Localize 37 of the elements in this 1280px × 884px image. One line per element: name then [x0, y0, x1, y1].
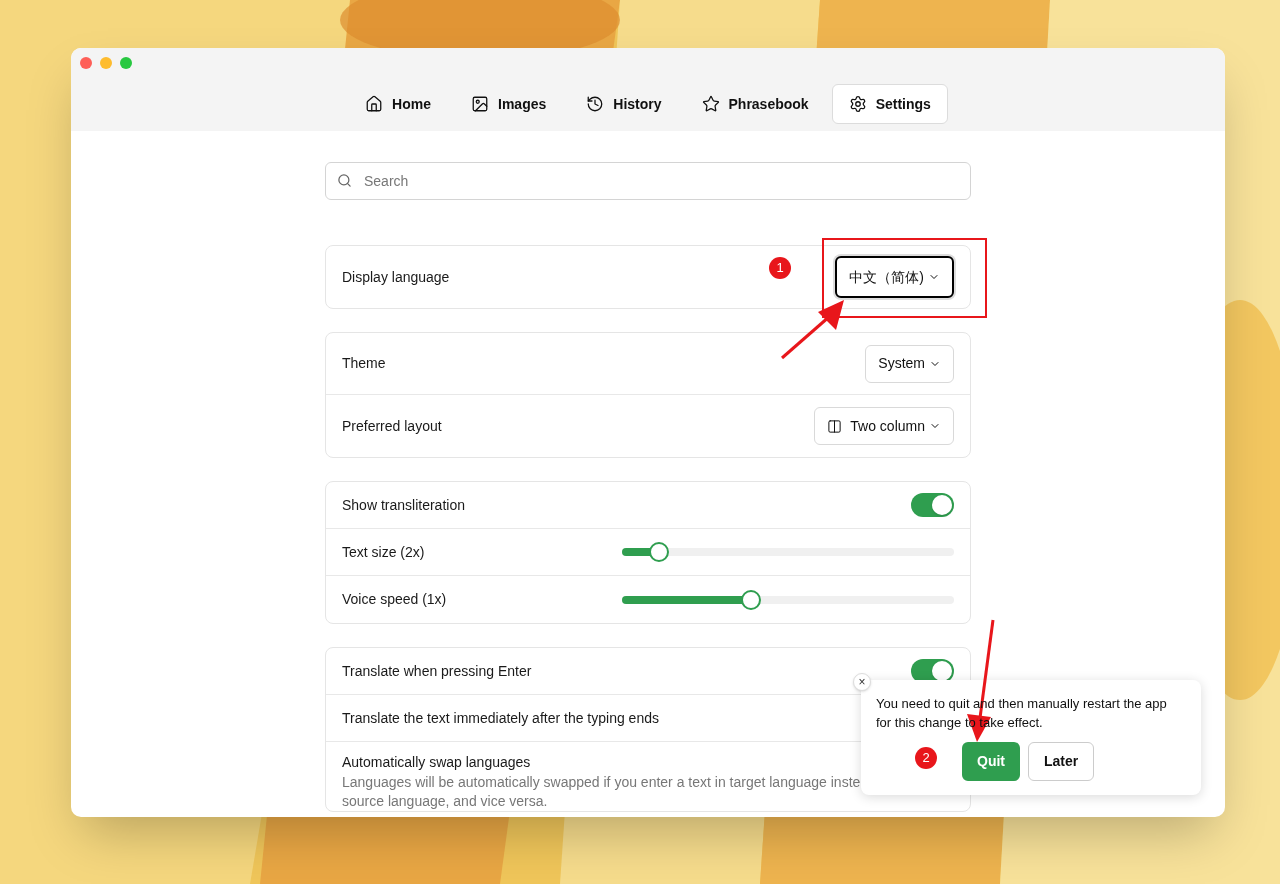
search-icon — [337, 173, 352, 188]
dropdown-button[interactable]: System — [865, 344, 954, 383]
setting-label: Voice speed (1x) — [342, 590, 447, 609]
setting-label: Text size (2x) — [342, 542, 425, 562]
nav-tab[interactable]: Settings — [831, 84, 948, 124]
close-window-icon[interactable] — [80, 57, 92, 69]
nav-tab[interactable]: History — [569, 84, 679, 124]
history-icon — [586, 95, 605, 113]
toggle-switch[interactable] — [911, 493, 954, 517]
setting-description: Languages will be automatically swapped if you enter a text in target language inste — [342, 773, 861, 792]
image-icon — [471, 95, 489, 113]
slider-thumb[interactable] — [648, 542, 669, 562]
nav-tab[interactable]: Images — [454, 84, 564, 124]
setting-label: Theme — [342, 354, 386, 373]
setting-label: Preferred layout — [342, 416, 442, 436]
nav-tab[interactable]: Home — [348, 84, 448, 124]
maximize-window-icon[interactable] — [120, 57, 132, 69]
slider-thumb[interactable] — [741, 589, 762, 610]
setting-label: Translate when pressing Enter — [342, 661, 532, 681]
setting-label: Automatically swap languages — [342, 753, 531, 772]
search-field[interactable]: Search — [325, 162, 971, 200]
slider[interactable] — [622, 589, 954, 610]
setting-description: source language, and vice versa. — [342, 792, 548, 811]
star-icon — [701, 95, 720, 113]
settings-icon — [848, 95, 867, 113]
setting-label: Show transliteration — [342, 495, 465, 515]
columns-icon — [827, 418, 843, 434]
toggle-switch[interactable] — [911, 659, 954, 683]
dropdown-button[interactable]: 中文（简体) — [835, 256, 954, 298]
nav-tab[interactable]: Phrasebook — [684, 84, 826, 124]
slider[interactable] — [622, 542, 954, 562]
arrow — [781, 300, 844, 360]
setting-label: Translate the text immediately after the typing ends — [342, 708, 659, 728]
setting-label: Display language — [342, 267, 450, 287]
later-button[interactable]: Later — [1028, 742, 1095, 781]
dropdown-button[interactable]: Two column — [814, 407, 954, 445]
home-icon — [365, 95, 384, 113]
